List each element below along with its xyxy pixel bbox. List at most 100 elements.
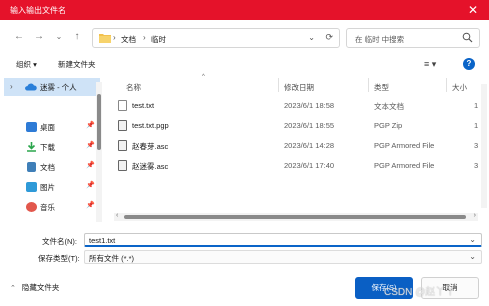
- dialog-footer: ⌃ 隐藏文件夹 保存(S) 取消 CSDN @赵丫丫: [0, 270, 489, 306]
- column-header-modified[interactable]: 修改日期: [284, 82, 314, 93]
- filetype-select[interactable]: 所有文件 (*.*) ⌄: [84, 250, 482, 264]
- key-file-icon: [118, 160, 127, 171]
- view-options-icon[interactable]: ≡ ▾: [424, 59, 436, 70]
- file-type: PGP Armored File: [374, 161, 435, 170]
- search-icon[interactable]: [462, 32, 473, 43]
- file-type: 文本文档: [374, 102, 404, 111]
- file-name: test.txt.pgp: [132, 121, 169, 130]
- breadcrumb-temp[interactable]: 临时: [151, 34, 166, 45]
- address-bar[interactable]: › 文档 › 临时 ⌄ ⟳: [92, 28, 340, 48]
- file-type: PGP Zip: [374, 121, 403, 130]
- navigation-bar: ← → ⌄ ↑ › 文档 › 临时 ⌄ ⟳ 在 临时 中搜索: [0, 26, 489, 50]
- sidebar-item-label: 文档: [40, 163, 55, 172]
- file-row[interactable]: test.txt.pgp 2023/6/1 18:55 PGP Zip 1: [110, 116, 489, 136]
- pictures-icon: [26, 182, 37, 192]
- breadcrumb-documents[interactable]: 文档: [121, 34, 136, 45]
- chevron-down-icon[interactable]: ⌄: [469, 235, 476, 244]
- filename-value: test1.txt: [89, 236, 116, 245]
- pin-icon: 📌: [86, 182, 95, 189]
- pin-icon: 📌: [86, 202, 95, 209]
- expand-chevron-icon[interactable]: ›: [10, 82, 13, 91]
- file-row[interactable]: 赵迷雾.asc 2023/6/1 17:40 PGP Armored File …: [110, 156, 489, 176]
- sidebar-item-label: 桌面: [40, 123, 55, 132]
- sidebar-item-label: 下载: [40, 143, 55, 152]
- back-icon[interactable]: ←: [12, 30, 26, 44]
- breadcrumb-separator: ›: [113, 33, 116, 42]
- chevron-down-icon[interactable]: ⌄: [469, 252, 476, 261]
- scrollbar-thumb[interactable]: [97, 94, 101, 150]
- file-name: 赵迷雾.asc: [132, 162, 169, 171]
- column-header-type[interactable]: 类型: [374, 82, 389, 93]
- search-box[interactable]: 在 临时 中搜索: [346, 28, 480, 48]
- column-divider[interactable]: [446, 78, 447, 92]
- file-name: test.txt: [132, 101, 155, 110]
- sidebar-item-desktop[interactable]: 桌面 📌: [4, 118, 100, 136]
- column-divider[interactable]: [368, 78, 369, 92]
- title-bar: 输入输出文件名 ✕: [0, 0, 489, 20]
- file-name: 赵春芽.asc: [132, 142, 169, 151]
- new-folder-button[interactable]: 新建文件夹: [58, 59, 96, 70]
- column-header-name[interactable]: 名称: [126, 82, 141, 93]
- key-file-icon: [118, 140, 127, 151]
- sidebar-item-label: 图片: [40, 183, 55, 192]
- file-modified: 2023/6/1 14:28: [284, 141, 335, 150]
- chevron-up-icon: ⌃: [10, 285, 16, 292]
- window-title: 输入输出文件名: [10, 6, 66, 15]
- column-divider[interactable]: [278, 78, 279, 92]
- breadcrumb-separator: ›: [143, 33, 146, 42]
- column-header-size[interactable]: 大小: [452, 82, 467, 93]
- save-form: 文件名(N): test1.txt ⌄ 保存类型(T): 所有文件 (*.*) …: [0, 228, 489, 264]
- navigation-pane-scrollbar[interactable]: [96, 82, 102, 222]
- filename-input[interactable]: test1.txt ⌄: [84, 233, 482, 247]
- file-type: PGP Armored File: [374, 141, 435, 150]
- sidebar-item-onedrive[interactable]: › 迷雾 - 个人: [4, 78, 100, 96]
- command-bar: 组织 ▾ 新建文件夹 ≡ ▾ ?: [0, 56, 489, 74]
- close-icon[interactable]: ✕: [465, 2, 481, 18]
- sidebar-item-documents[interactable]: 文档 📌: [4, 158, 100, 176]
- scroll-left-icon[interactable]: ‹: [116, 212, 118, 219]
- sort-indicator-icon: ^: [202, 74, 205, 80]
- file-row[interactable]: 赵春芽.asc 2023/6/1 14:28 PGP Armored File …: [110, 136, 489, 156]
- address-dropdown-icon[interactable]: ⌄: [308, 33, 315, 42]
- forward-icon[interactable]: →: [32, 30, 46, 44]
- filename-label: 文件名(N):: [42, 237, 77, 246]
- file-size: 3: [474, 141, 479, 150]
- search-placeholder: 在 临时 中搜索: [355, 35, 405, 44]
- file-modified: 2023/6/1 18:58: [284, 101, 335, 110]
- sidebar-item-music[interactable]: 音乐 📌: [4, 198, 100, 216]
- help-icon[interactable]: ?: [463, 58, 475, 70]
- watermark: CSDN @赵丫丫: [384, 287, 456, 298]
- refresh-icon[interactable]: ⟳: [325, 32, 333, 43]
- file-row[interactable]: test.txt 2023/6/1 18:58 文本文档 1: [110, 96, 489, 116]
- cloud-icon: [25, 83, 37, 91]
- recent-locations-dropdown-icon[interactable]: ⌄: [52, 30, 66, 44]
- filetype-label: 保存类型(T):: [38, 254, 80, 263]
- filetype-value: 所有文件 (*.*): [89, 254, 134, 263]
- file-list: ^ 名称 修改日期 类型 大小 test.txt 2023/6/1 18:58 …: [110, 74, 489, 226]
- download-icon: [27, 142, 36, 152]
- pin-icon: 📌: [86, 142, 95, 149]
- scrollbar-thumb[interactable]: [124, 215, 466, 219]
- pin-icon: 📌: [86, 162, 95, 169]
- sidebar-item-pictures[interactable]: 图片 📌: [4, 178, 100, 196]
- navigation-pane: › 迷雾 - 个人 桌面 📌 下载 📌 文档 📌 图片 📌 音乐 📌: [4, 74, 104, 226]
- sidebar-item-downloads[interactable]: 下载 📌: [4, 138, 100, 156]
- pin-icon: 📌: [86, 122, 95, 129]
- organize-button[interactable]: 组织 ▾: [16, 59, 37, 70]
- sidebar-item-label: 迷雾 - 个人: [40, 83, 77, 92]
- text-file-icon: [118, 100, 127, 111]
- pgp-file-icon: [118, 120, 127, 131]
- sidebar-item-label: 音乐: [40, 203, 55, 212]
- file-size: 1: [474, 101, 479, 110]
- scroll-right-icon[interactable]: ›: [474, 212, 476, 219]
- file-list-vertical-scrollbar[interactable]: [481, 84, 487, 208]
- music-icon: [26, 202, 37, 212]
- hide-folders-toggle[interactable]: ⌃ 隐藏文件夹: [10, 282, 59, 293]
- file-modified: 2023/6/1 17:40: [284, 161, 335, 170]
- file-modified: 2023/6/1 18:55: [284, 121, 335, 130]
- file-list-horizontal-scrollbar[interactable]: ‹ ›: [114, 212, 478, 221]
- hide-folders-label: 隐藏文件夹: [21, 283, 60, 292]
- folder-icon: [99, 34, 111, 43]
- file-size: 3: [474, 161, 479, 170]
- up-folder-icon[interactable]: ↑: [70, 30, 84, 44]
